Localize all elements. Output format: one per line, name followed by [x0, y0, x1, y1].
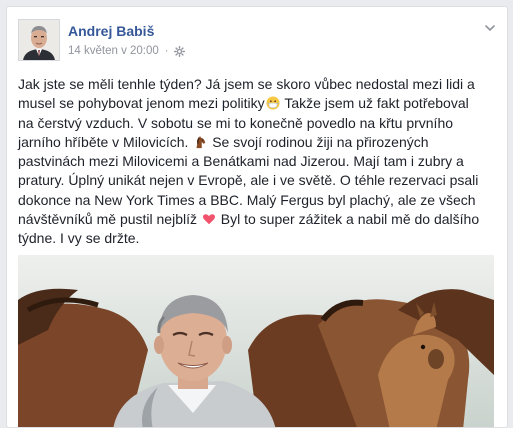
mask-face-emoji-icon — [266, 96, 280, 110]
avatar-photo — [19, 20, 59, 60]
post-timestamp[interactable]: 14 květen v 20:00 — [68, 45, 159, 57]
avatar[interactable] — [18, 19, 60, 61]
chevron-down-icon[interactable] — [483, 21, 497, 35]
horse-emoji-icon — [196, 135, 206, 149]
post-text: Jak jste se měli tenhle týden? Já jsem s… — [18, 75, 488, 249]
post-photo[interactable] — [18, 255, 494, 427]
post-header: Andrej Babiš 14 květen v 20:00 · — [18, 19, 497, 63]
photo-man-with-horses — [18, 255, 494, 427]
globe-icon[interactable] — [174, 45, 186, 57]
post-card: Andrej Babiš 14 květen v 20:00 · Jak jst… — [6, 6, 508, 428]
post-meta: 14 květen v 20:00 · — [68, 45, 186, 57]
heart-emoji-icon — [202, 214, 215, 225]
author-name[interactable]: Andrej Babiš — [68, 23, 154, 39]
meta-separator: · — [164, 45, 169, 57]
